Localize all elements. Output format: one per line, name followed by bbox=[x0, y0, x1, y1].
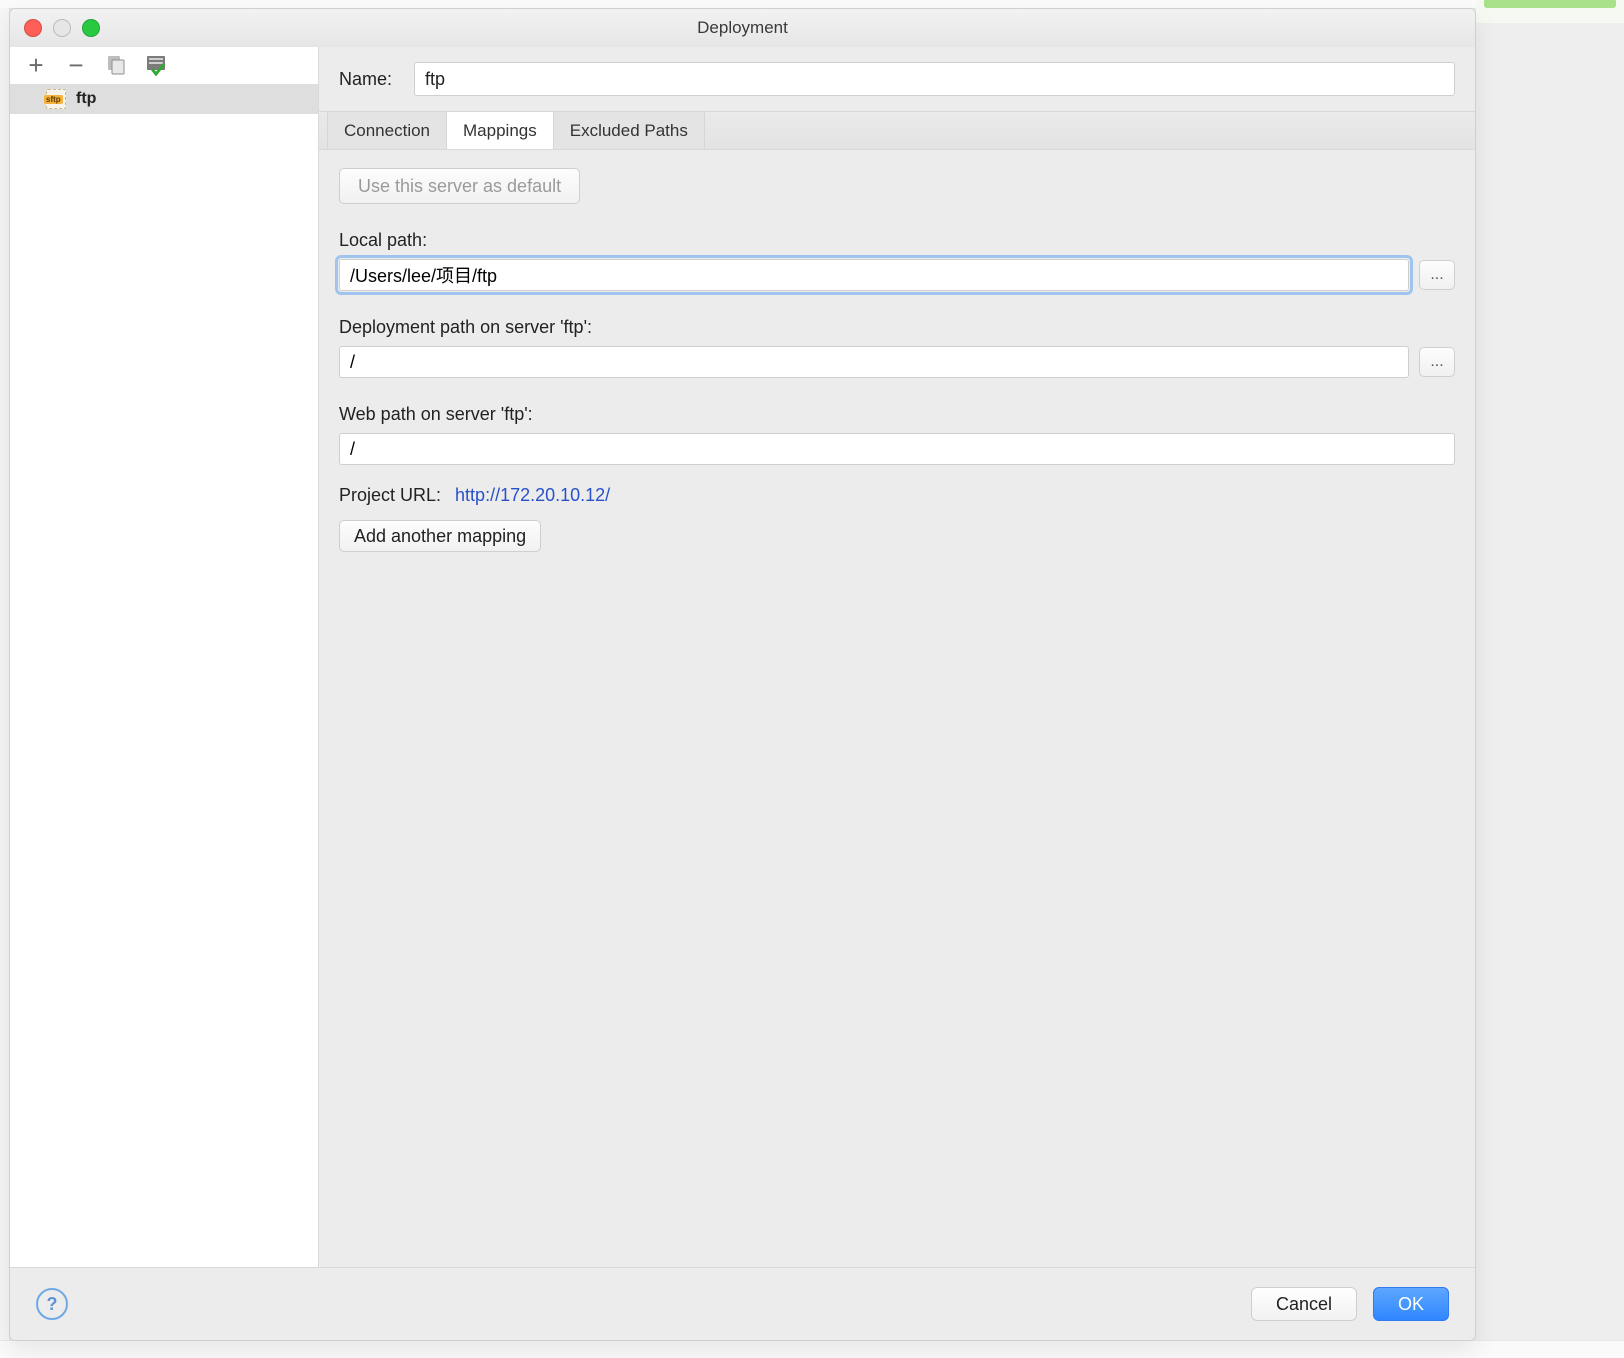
deployment-dialog: Deployment + − bbox=[9, 8, 1476, 1341]
local-path-browse-button[interactable]: ... bbox=[1419, 260, 1455, 290]
project-url-label: Project URL: bbox=[339, 485, 441, 506]
sidebar: + − sftp ftp bbox=[10, 47, 319, 1268]
add-server-button[interactable]: + bbox=[24, 53, 48, 77]
tab-connection[interactable]: Connection bbox=[327, 111, 447, 149]
server-tree: sftp ftp bbox=[10, 84, 318, 1268]
validate-server-button[interactable] bbox=[144, 53, 168, 77]
background-green-accent bbox=[1484, 0, 1616, 8]
name-label: Name: bbox=[339, 69, 392, 90]
ok-button[interactable]: OK bbox=[1373, 1287, 1449, 1321]
add-mapping-button[interactable]: Add another mapping bbox=[339, 520, 541, 552]
remove-server-button[interactable]: − bbox=[64, 53, 88, 77]
main-panel: Name: Connection Mappings Excluded Paths… bbox=[319, 47, 1475, 1268]
background-right-strip bbox=[1476, 0, 1624, 23]
name-input[interactable] bbox=[414, 62, 1455, 96]
close-icon[interactable] bbox=[24, 19, 42, 37]
deployment-path-browse-button[interactable]: ... bbox=[1419, 347, 1455, 377]
name-row: Name: bbox=[319, 47, 1475, 111]
local-path-input[interactable] bbox=[339, 259, 1409, 291]
dialog-footer: ? Cancel OK bbox=[10, 1267, 1475, 1340]
cancel-button[interactable]: Cancel bbox=[1251, 1287, 1357, 1321]
mappings-panel: Use this server as default Local path: .… bbox=[319, 149, 1475, 1268]
deployment-path-input[interactable] bbox=[339, 346, 1409, 378]
sidebar-toolbar: + − bbox=[10, 47, 318, 84]
window-controls bbox=[24, 19, 100, 37]
tab-mappings[interactable]: Mappings bbox=[446, 111, 554, 149]
zoom-icon[interactable] bbox=[82, 19, 100, 37]
window-title: Deployment bbox=[697, 18, 788, 38]
titlebar: Deployment bbox=[10, 9, 1475, 48]
web-path-label: Web path on server 'ftp': bbox=[339, 404, 1455, 425]
help-button[interactable]: ? bbox=[36, 1288, 68, 1320]
sftp-icon: sftp bbox=[46, 89, 66, 109]
tabs: Connection Mappings Excluded Paths bbox=[319, 111, 1475, 149]
copy-server-button[interactable] bbox=[104, 53, 128, 77]
project-url-link[interactable]: http://172.20.10.12/ bbox=[455, 485, 610, 506]
server-item-ftp[interactable]: sftp ftp bbox=[10, 84, 318, 114]
minimize-icon bbox=[53, 19, 71, 37]
local-path-label: Local path: bbox=[339, 230, 1455, 251]
tab-excluded-paths[interactable]: Excluded Paths bbox=[553, 111, 705, 149]
use-as-default-button[interactable]: Use this server as default bbox=[339, 168, 580, 204]
server-item-label: ftp bbox=[76, 90, 96, 108]
deployment-path-label: Deployment path on server 'ftp': bbox=[339, 317, 1455, 338]
background-bottom-strip bbox=[0, 1340, 1624, 1358]
web-path-input[interactable] bbox=[339, 433, 1455, 465]
